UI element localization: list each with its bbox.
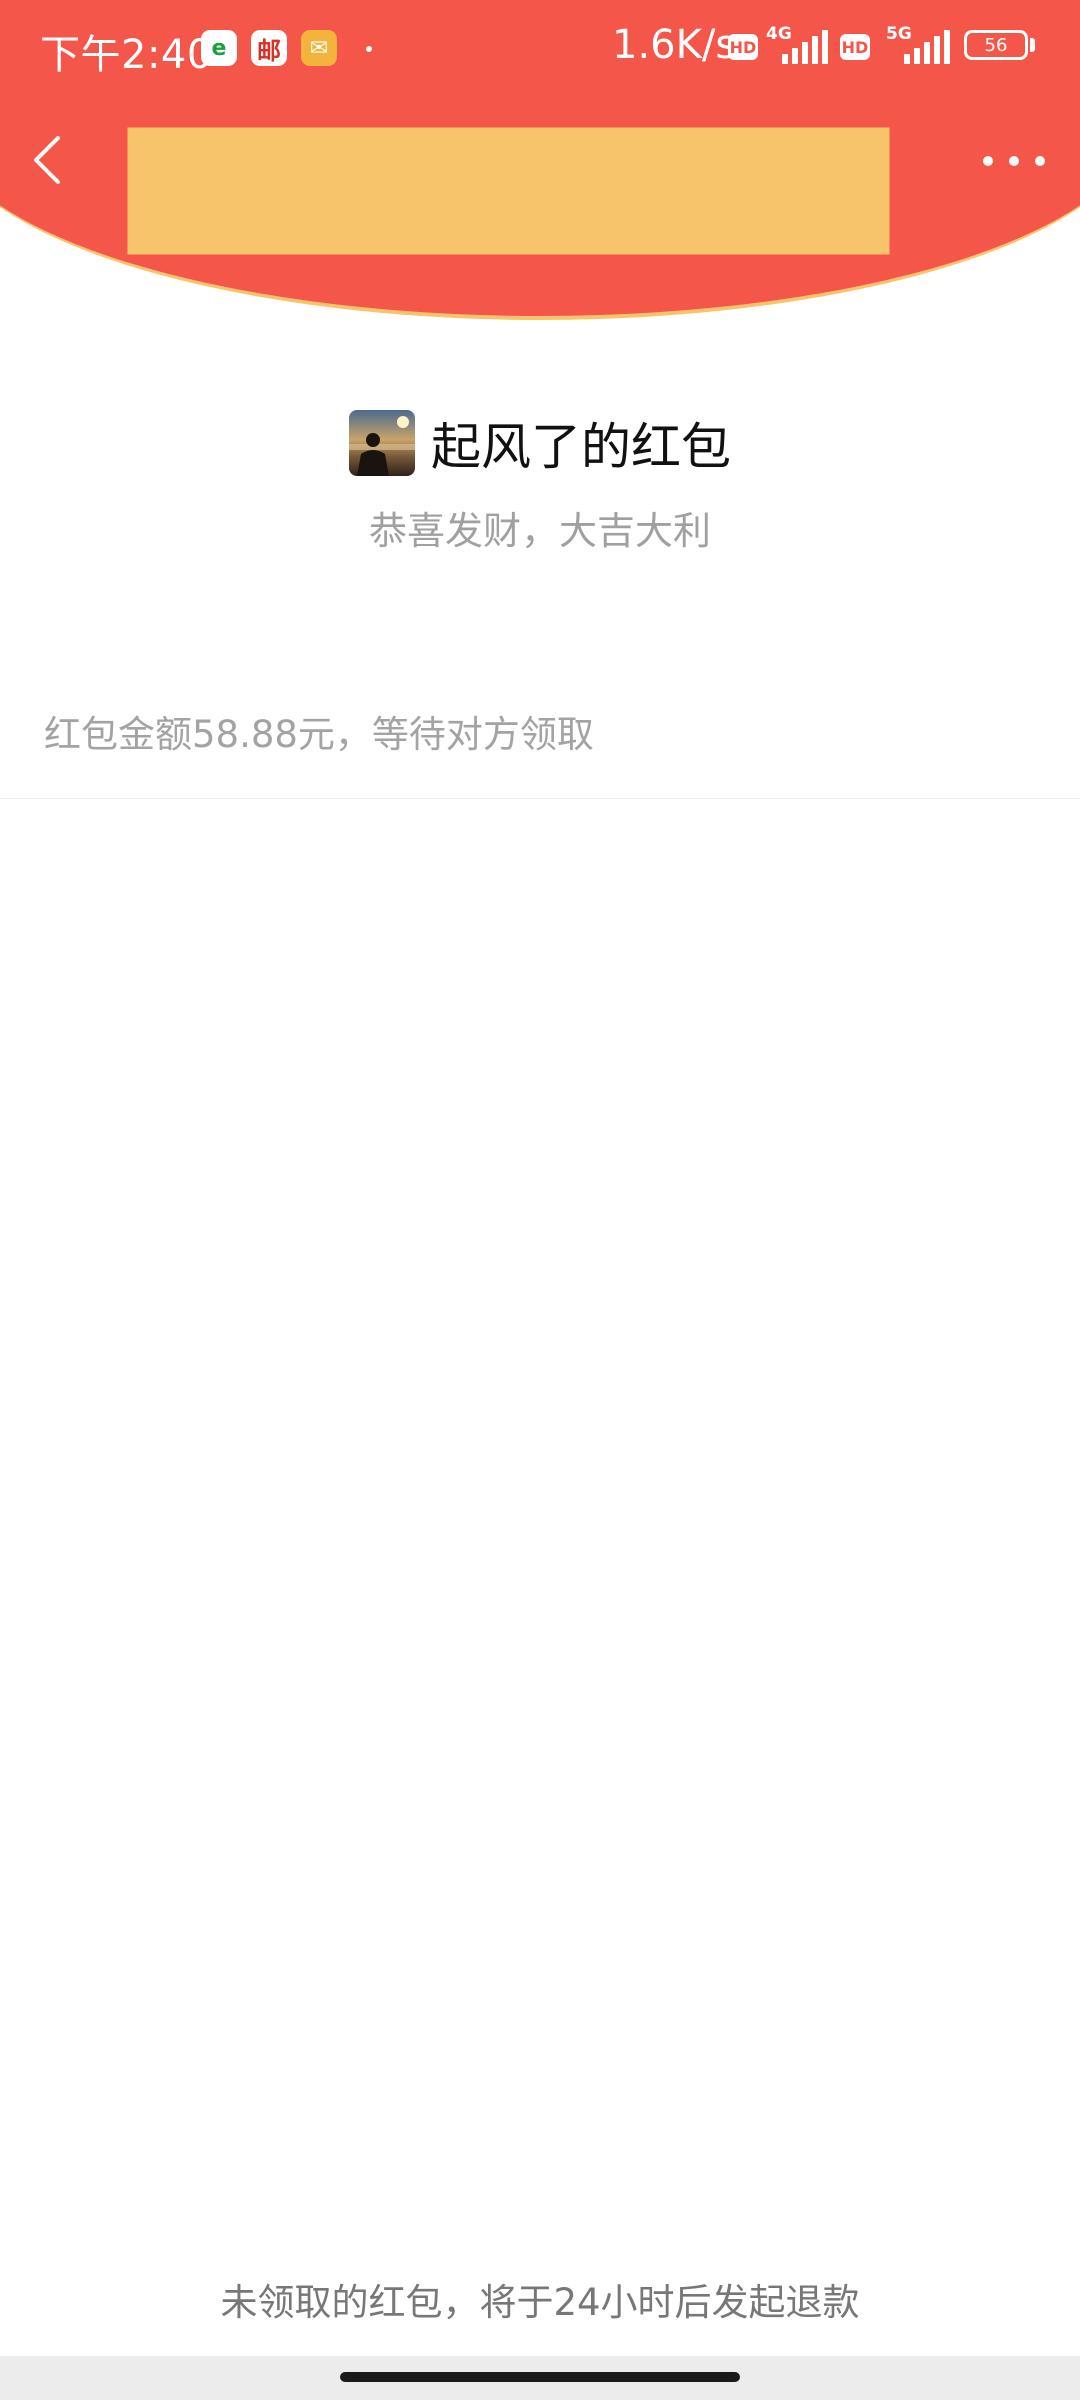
refund-note: 未领取的红包，将于24小时后发起退款 <box>220 2281 860 2324</box>
red-packet-detail-page: 下午2:40 e 邮 ✉ 1.6K/s HD 4G HD 5G 56 起风了的红… <box>0 0 1080 2400</box>
hd-volte-icon: HD <box>840 34 870 60</box>
sender-row: 起风了的红包 <box>0 408 1080 478</box>
network-speed: 1.6K/s <box>612 22 737 68</box>
red-packet-status: 红包金额58.88元，等待对方领取 <box>44 713 594 756</box>
sender-title: 起风了的红包 <box>431 418 731 476</box>
hd-volte-icon: HD <box>728 34 758 60</box>
back-button[interactable] <box>24 128 74 192</box>
chevron-left-icon <box>34 136 60 184</box>
message-notification-icon: ✉ <box>301 30 337 66</box>
battery-icon: 56 <box>964 30 1028 60</box>
more-options-button[interactable] <box>972 136 1056 186</box>
status-time: 下午2:40 <box>40 32 213 78</box>
mail-notification-icon: 邮 <box>251 30 287 66</box>
more-notifications-dot-icon <box>366 46 372 52</box>
more-dots-icon <box>983 156 1045 166</box>
divider <box>0 798 1080 799</box>
browser-notification-icon: e <box>201 30 237 66</box>
avatar <box>349 410 415 476</box>
battery-tip <box>1030 38 1035 52</box>
status-bar: 下午2:40 e 邮 ✉ 1.6K/s HD 4G HD 5G 56 <box>0 0 1080 96</box>
signal-strength-icon <box>904 30 950 64</box>
home-indicator[interactable] <box>340 2372 740 2382</box>
sender-avatar-image <box>349 410 415 476</box>
signal-strength-icon <box>782 30 828 64</box>
blessing-text: 恭喜发财，大吉大利 <box>368 509 711 553</box>
